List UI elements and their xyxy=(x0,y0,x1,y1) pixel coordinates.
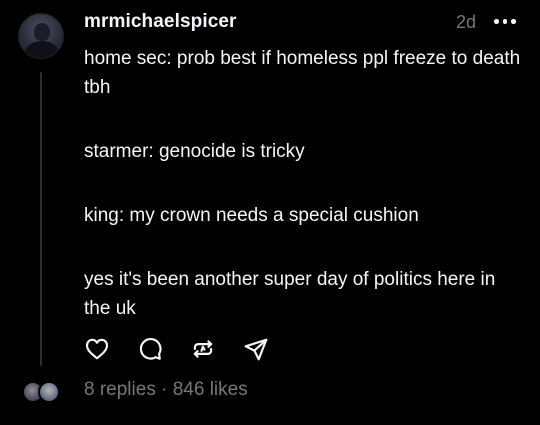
reply-button[interactable] xyxy=(137,336,163,362)
comment-icon xyxy=(139,338,162,360)
avatar-head-shape xyxy=(34,23,50,41)
repost-icon xyxy=(193,340,213,358)
avatar[interactable] xyxy=(18,13,64,59)
thread-line xyxy=(40,72,42,366)
post-footer: 8 replies · 846 likes xyxy=(0,378,540,406)
likes-count[interactable]: 846 likes xyxy=(173,379,248,400)
post-time: 2d xyxy=(456,12,477,32)
replies-count[interactable]: 8 replies xyxy=(84,379,156,400)
post-text: home sec: prob best if homeless ppl free… xyxy=(84,44,524,323)
post-paragraph: king: my crown needs a special cushion xyxy=(84,205,419,226)
post-paragraph: starmer: genocide is tricky xyxy=(84,141,305,162)
post-paragraph: home sec: prob best if homeless ppl free… xyxy=(84,48,521,98)
heart-icon xyxy=(85,338,109,360)
stats-separator: · xyxy=(161,379,168,400)
action-bar xyxy=(84,336,296,362)
repost-button[interactable] xyxy=(190,336,216,362)
replier-avatar[interactable] xyxy=(38,381,60,403)
like-button[interactable] xyxy=(84,336,110,362)
post-paragraph: yes it's been another super day of polit… xyxy=(84,269,496,319)
more-options-icon[interactable] xyxy=(494,19,518,25)
thread-post: mrmichaelspicer 2d home sec: prob best i… xyxy=(0,0,540,425)
avatar-body-shape xyxy=(25,41,59,58)
username[interactable]: mrmichaelspicer xyxy=(84,11,237,33)
send-icon xyxy=(244,338,268,361)
share-button[interactable] xyxy=(243,336,269,362)
post-stats: 8 replies · 846 likes xyxy=(84,379,248,401)
